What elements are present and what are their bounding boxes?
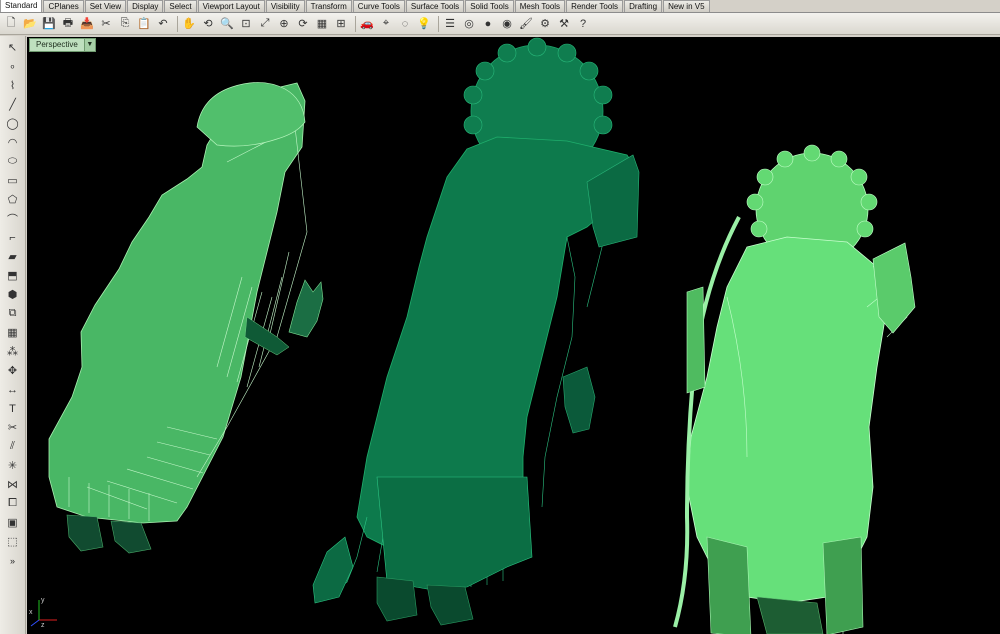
arc-icon[interactable]: ◠ [5, 135, 21, 150]
viewport-grid-icon[interactable]: ▦ [314, 16, 330, 32]
surface-icon[interactable]: ▰ [5, 249, 21, 264]
paste-icon[interactable]: 📋 [136, 16, 152, 32]
axis-x-label: x [29, 609, 33, 616]
ellipse-icon[interactable]: ⬭ [5, 154, 21, 169]
tab-visibility[interactable]: Visibility [265, 0, 305, 12]
cut-icon[interactable]: ✂ [98, 16, 114, 32]
standard-toolbar: 🗋 📂 💾 🖶 📥 ✂ ⎘ 📋 ↶ ✋ ⟲ 🔍 ⊡ ⤢ ⊕ ⟳ ▦ ⊞ 🚗 ⌖ ◌ 💡 ☰ ◎ ● ◉ 🖌 ⚙ ⚒? [0, 13, 1000, 35]
properties-icon[interactable]: ☰ [442, 16, 458, 32]
figure-left[interactable] [48, 82, 324, 554]
zoom-dynamic-icon[interactable]: 🔍 [219, 16, 235, 32]
tab-surface-tools[interactable]: Surface Tools [405, 0, 465, 12]
tab-render-tools[interactable]: Render Tools [566, 0, 624, 12]
light-bulb-icon[interactable]: 💡 [416, 16, 432, 32]
tab-standard[interactable]: Standard [0, 0, 43, 12]
tab-viewport-layout[interactable]: Viewport Layout [197, 0, 265, 12]
polygon-icon[interactable]: ⬠ [5, 192, 21, 207]
tab-mesh-tools[interactable]: Mesh Tools [514, 0, 566, 12]
split-icon[interactable]: ⫽ [5, 439, 21, 454]
wireframe-icon[interactable]: ◌ [397, 16, 413, 32]
viewport-name: Perspective [36, 40, 78, 49]
rotate-icon[interactable]: ⟲ [200, 16, 216, 32]
tab-drafting[interactable]: Drafting [624, 0, 663, 12]
mesh-icon[interactable]: ▦ [5, 325, 21, 340]
world-axes-icon: x y z [29, 597, 57, 628]
import-icon[interactable]: 📥 [79, 16, 95, 32]
tab-set-view[interactable]: Set View [84, 0, 127, 12]
car-render-icon[interactable]: 🚗 [359, 16, 375, 32]
paint-icon[interactable]: 🖌 [518, 16, 534, 32]
perspective-viewport[interactable]: Perspective ▼ x y z [27, 37, 1000, 634]
tab-transform[interactable]: Transform [305, 0, 352, 12]
toolbar-tab-strip: Standard CPlanes Set View Display Select View… [0, 0, 1000, 13]
polyline-icon[interactable]: ⌇ [5, 78, 21, 93]
explode-icon[interactable]: ✳ [5, 458, 21, 473]
array-icon[interactable]: ⁂ [5, 344, 21, 359]
fillet-curve-icon[interactable]: ⌐ [5, 230, 21, 245]
dimension-icon[interactable]: ↔ [5, 382, 21, 397]
boolean-icon[interactable]: ⧉ [5, 306, 21, 321]
pan-icon[interactable]: ✋ [181, 16, 197, 32]
circle-icon[interactable]: ◯ [5, 116, 21, 131]
select-arrow-icon[interactable]: ↖ [5, 40, 21, 55]
toolbar-separator [177, 15, 178, 32]
left-toolbar: ↖ ∘ ⌇ ╱ ◯ ◠ ⬭ ▭ ⬠ ⌒ ⌐ ▰ ⬒ ⬢ ⧉ ▦ ⁂ ✥ ↔ T ✂ ⫽ ✳ ⋈ ⧠ ▣ ⬚ » [0, 36, 26, 634]
zoom-window-icon[interactable]: ⊡ [238, 16, 254, 32]
gear-icon[interactable]: ⚙ [537, 16, 553, 32]
open-file-icon[interactable]: 📂 [22, 16, 38, 32]
axis-z-label: z [41, 622, 45, 628]
scene-canvas[interactable] [27, 37, 1000, 634]
shaded-sphere-icon[interactable]: ● [480, 16, 496, 32]
tab-cplanes[interactable]: CPlanes [43, 0, 84, 12]
solid-icon[interactable]: ⬢ [5, 287, 21, 302]
tab-curve-tools[interactable]: Curve Tools [352, 0, 405, 12]
join-icon[interactable]: ⋈ [5, 477, 21, 492]
figure-right[interactable] [673, 144, 916, 634]
figure-middle[interactable] [312, 37, 640, 626]
rotate-view-icon[interactable]: ⟳ [295, 16, 311, 32]
block-icon[interactable]: ▣ [5, 515, 21, 530]
tab-new-in-v5[interactable]: New in V5 [663, 0, 710, 12]
4-viewports-icon[interactable]: ⊞ [333, 16, 349, 32]
tab-solid-tools[interactable]: Solid Tools [465, 0, 514, 12]
toolbar-separator [355, 15, 356, 32]
copy-icon[interactable]: ⎘ [117, 16, 133, 32]
viewport-title-tab[interactable]: Perspective ▼ [29, 38, 96, 52]
options-icon[interactable]: ⚒ [556, 16, 572, 32]
viewport-dropdown-icon[interactable]: ▼ [83, 39, 95, 51]
point-icon[interactable]: ∘ [5, 59, 21, 74]
trim-icon[interactable]: ✂ [5, 420, 21, 435]
extrude-icon[interactable]: ⬒ [5, 268, 21, 283]
rectangle-icon[interactable]: ▭ [5, 173, 21, 188]
zoom-selected-icon[interactable]: ⊕ [276, 16, 292, 32]
new-file-icon[interactable]: 🗋 [3, 16, 19, 32]
group-icon[interactable]: ⧠ [5, 496, 21, 511]
help-icon[interactable]: ? [575, 16, 591, 32]
undo-icon[interactable]: ↶ [155, 16, 171, 32]
line-icon[interactable]: ╱ [5, 97, 21, 112]
save-file-icon[interactable]: 💾 [41, 16, 57, 32]
zoom-extents-icon[interactable]: ⤢ [257, 16, 273, 32]
tab-select[interactable]: Select [164, 0, 197, 12]
curve-from-object-icon[interactable]: ⌒ [5, 211, 21, 226]
axis-y-label: y [41, 597, 45, 604]
toolbar-separator [438, 15, 439, 32]
cage-icon[interactable]: ⬚ [5, 534, 21, 549]
rendered-sphere-icon[interactable]: ◉ [499, 16, 515, 32]
tab-display[interactable]: Display [127, 0, 164, 12]
transform-icon[interactable]: ✥ [5, 363, 21, 378]
more-tools-chevron-icon[interactable]: » [5, 553, 21, 568]
color-wheel-icon[interactable]: ◎ [461, 16, 477, 32]
print-icon[interactable]: 🖶 [60, 16, 76, 32]
select-icon[interactable]: ⌖ [378, 16, 394, 32]
text-icon[interactable]: T [5, 401, 21, 416]
